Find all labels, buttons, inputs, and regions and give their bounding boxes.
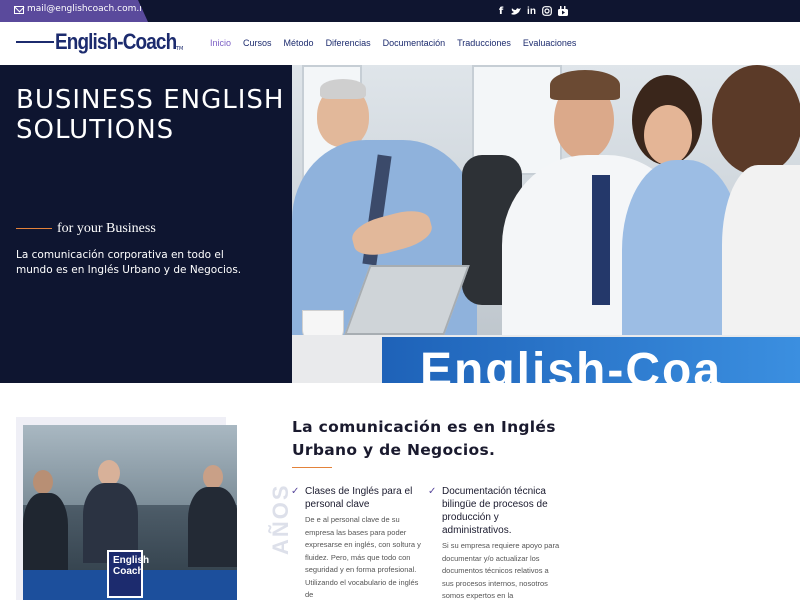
person-head xyxy=(203,465,223,489)
site-header: English-Coach TM Inicio Cursos Método Di… xyxy=(0,22,800,65)
nav-traducciones[interactable]: Traducciones xyxy=(457,38,511,48)
feature-body: De e al personal clave de su empresa las… xyxy=(305,515,421,599)
brand-banner-text: English-Coa xyxy=(420,344,723,383)
feature-title: Clases de Inglés para el personal clave xyxy=(305,486,413,510)
feature-title: Documentación técnica bilingüe de proces… xyxy=(442,486,548,536)
person-hair xyxy=(320,79,366,99)
feature-body: Si su empresa requiere apoyo para docume… xyxy=(442,541,560,600)
nav-evaluaciones[interactable]: Evaluaciones xyxy=(523,38,577,48)
nav-documentacion[interactable]: Documentación xyxy=(383,38,446,48)
nav-cursos[interactable]: Cursos xyxy=(243,38,272,48)
hero-description: La comunicación corporativa en todo el m… xyxy=(16,249,242,276)
english-coach-badge: English Coach xyxy=(107,550,150,598)
facebook-icon[interactable]: f xyxy=(496,3,506,19)
hero-title: BUSINESS ENGLISH SOLUTIONS xyxy=(16,85,284,145)
nav-diferencias[interactable]: Diferencias xyxy=(326,38,371,48)
nav-metodo[interactable]: Método xyxy=(284,38,314,48)
check-icon: ✓ xyxy=(291,486,300,497)
check-icon: ✓ xyxy=(428,486,437,497)
nav-inicio[interactable]: Inicio xyxy=(210,38,231,48)
twitter-icon[interactable] xyxy=(510,3,522,19)
section-title: La comunicación es en Inglés Urbano y de… xyxy=(292,418,556,459)
badge-line1: English xyxy=(113,555,150,566)
person-suit xyxy=(188,487,237,567)
logo-accent-line xyxy=(16,41,54,43)
person-head xyxy=(644,105,692,165)
person-hair xyxy=(550,70,620,100)
section-accent-line xyxy=(292,467,332,468)
site-logo[interactable]: English-Coach xyxy=(55,29,177,55)
hero-title-line2: SOLUTIONS xyxy=(16,115,175,145)
linkedin-icon[interactable]: in xyxy=(526,3,537,19)
person-suit xyxy=(23,493,68,573)
main-nav: Inicio Cursos Método Diferencias Documen… xyxy=(210,38,576,48)
badge-line2: Coach xyxy=(113,566,144,577)
email-tab[interactable]: mail@englishcoach.com.mx xyxy=(0,0,148,22)
youtube-icon[interactable] xyxy=(557,3,568,19)
brand-banner: English-Coa xyxy=(382,337,800,383)
person-tie xyxy=(592,175,610,305)
logo-trademark: TM xyxy=(176,46,184,52)
mail-icon xyxy=(14,6,24,14)
person-head xyxy=(33,470,53,494)
hero-subtitle: for your Business xyxy=(57,221,156,236)
team-photo: English Coach xyxy=(23,425,237,600)
hero-title-line1: BUSINESS ENGLISH xyxy=(16,85,285,115)
hero-accent-line xyxy=(16,228,52,229)
hero-photo: English-Coa xyxy=(292,65,800,383)
person-head xyxy=(712,65,800,175)
contact-email[interactable]: mail@englishcoach.com.mx xyxy=(27,4,148,14)
instagram-icon[interactable] xyxy=(542,3,552,19)
top-bar: mail@englishcoach.com.mx f in xyxy=(0,0,800,22)
